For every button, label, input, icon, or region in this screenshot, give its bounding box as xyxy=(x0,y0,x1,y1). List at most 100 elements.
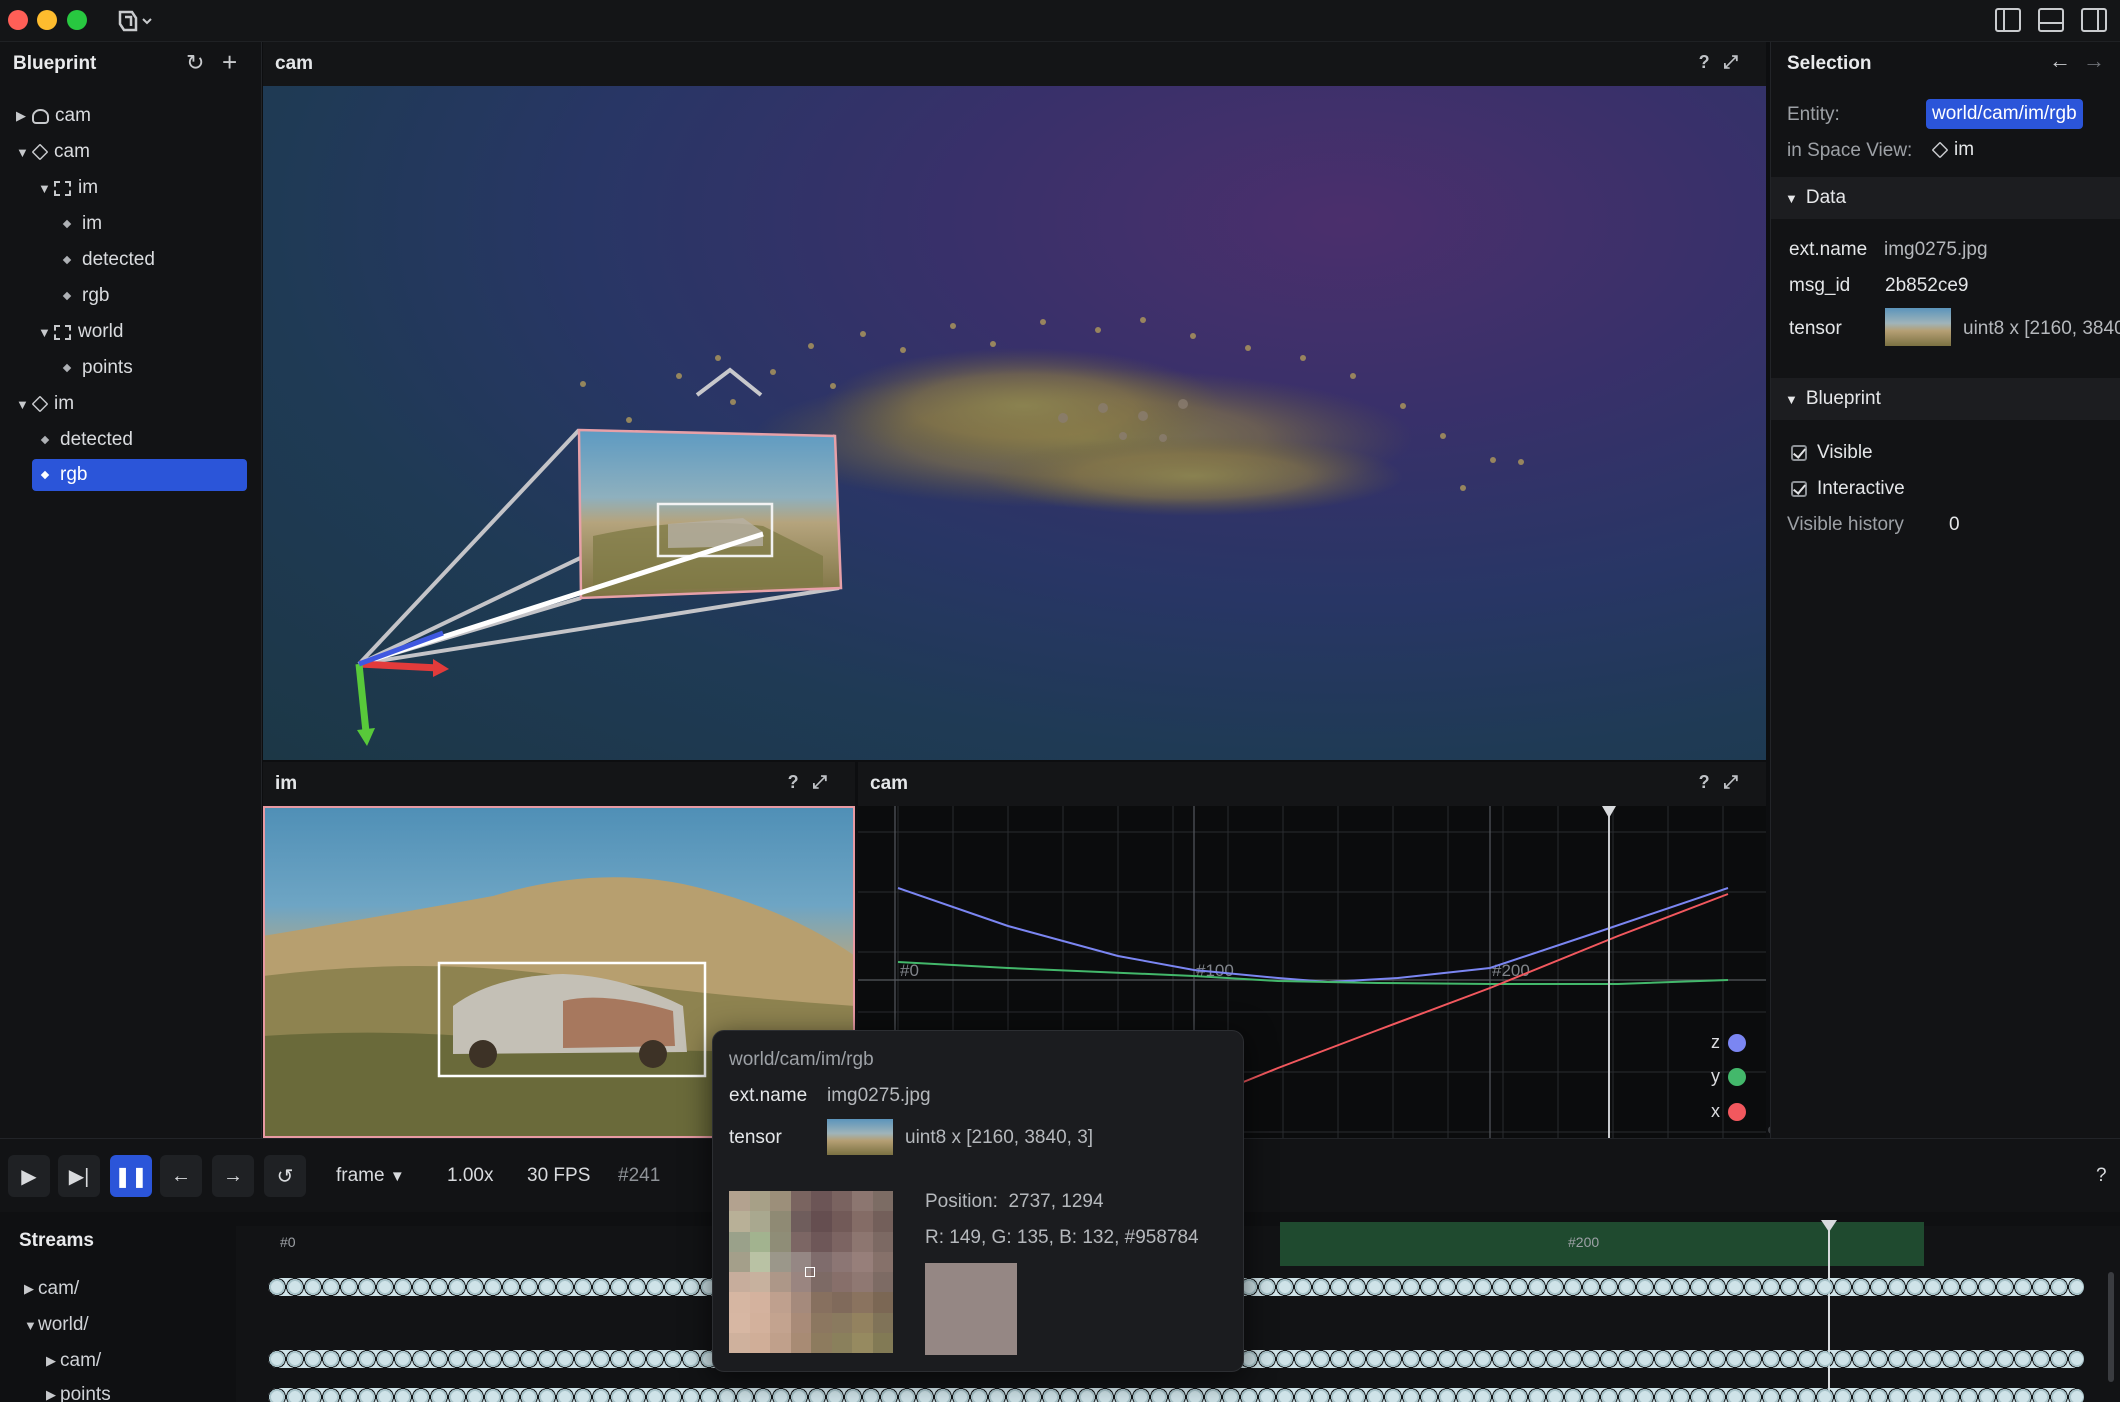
expanded-triangle-icon[interactable]: ▼ xyxy=(16,145,30,160)
minimize-window-button[interactable] xyxy=(37,10,57,30)
close-window-button[interactable] xyxy=(8,10,28,30)
loop-button[interactable]: ↺ xyxy=(264,1155,306,1197)
expanded-triangle-icon[interactable]: ▼ xyxy=(24,1318,38,1333)
tree-item-cam-camera[interactable]: ▶ cam xyxy=(16,100,91,132)
arrow-right-icon: → xyxy=(223,1164,243,1187)
vertical-scrollbar[interactable] xyxy=(2108,1272,2114,1382)
tree-item-points[interactable]: points xyxy=(60,352,133,384)
selection-title: Selection xyxy=(1787,53,1872,74)
collapsed-triangle-icon[interactable]: ▶ xyxy=(46,1387,60,1402)
entity-icon xyxy=(40,470,50,480)
tooltip-ext-name-key: ext.name xyxy=(729,1085,808,1106)
reset-blueprint-icon[interactable]: ↻ xyxy=(186,50,204,76)
3d-view-canvas[interactable] xyxy=(263,86,1766,760)
tooltip-position: Position: 2737, 1294 xyxy=(925,1191,1104,1212)
fps-control[interactable]: 30 FPS xyxy=(527,1165,590,1187)
space-view-link[interactable]: im xyxy=(1930,139,1974,161)
legend-color-dot xyxy=(1728,1033,1746,1052)
tree-item-im-entity[interactable]: im xyxy=(60,208,102,240)
3d-space-icon xyxy=(31,395,49,413)
tooltip-tensor-value: uint8 x [2160, 3840, 3] xyxy=(905,1127,1094,1148)
hover-tooltip: world/cam/im/rgb ext.name img0275.jpg te… xyxy=(712,1030,1244,1372)
help-icon[interactable]: ? xyxy=(1699,52,1724,72)
msg-id-value[interactable]: 2b852ce9 xyxy=(1885,275,1968,297)
toggle-bottom-panel-icon[interactable] xyxy=(2038,8,2064,32)
tree-item-cam-space[interactable]: ▼ cam xyxy=(16,136,90,168)
pixel-color-swatch xyxy=(925,1263,1017,1355)
expanded-triangle-icon[interactable]: ▼ xyxy=(16,397,30,412)
tree-item-rgb[interactable]: rgb xyxy=(60,280,109,312)
stream-row-world-cam[interactable]: ▶ cam/ xyxy=(46,1350,101,1372)
stream-row-world[interactable]: ▼ world/ xyxy=(24,1314,89,1336)
stream-row-cam[interactable]: ▶ cam/ xyxy=(24,1278,79,1300)
stream-row-points[interactable]: ▶ points xyxy=(46,1384,111,1402)
legend-y[interactable]: y xyxy=(1711,1066,1746,1087)
msg-id-key: msg_id xyxy=(1789,275,1851,296)
tensor-thumbnail[interactable] xyxy=(1885,308,1951,346)
tree-item-im-group[interactable]: ▼ im xyxy=(38,172,98,204)
loop-icon: ↺ xyxy=(276,1165,294,1188)
pause-button[interactable]: ❚❚ xyxy=(110,1155,152,1197)
maximize-view-icon[interactable]: ⤢ xyxy=(813,772,841,792)
entity-icon xyxy=(62,363,72,373)
timeline-tick-label: #200 xyxy=(1568,1234,1600,1250)
playback-speed[interactable]: 1.00x xyxy=(447,1165,493,1187)
step-back-button[interactable]: ← xyxy=(160,1155,202,1197)
view-title: im xyxy=(275,773,298,794)
tree-item-detected[interactable]: detected xyxy=(60,244,155,276)
timeline-selector[interactable]: frame ▼ xyxy=(336,1165,405,1187)
collapsed-triangle-icon[interactable]: ▶ xyxy=(46,1353,60,1369)
expanded-triangle-icon: ▼ xyxy=(1785,190,1798,206)
view-header-top[interactable]: cam ?⤢ xyxy=(263,42,1766,86)
collapsed-triangle-icon[interactable]: ▶ xyxy=(24,1281,38,1297)
rerun-logo-icon[interactable] xyxy=(116,8,152,32)
play-button[interactable]: ▶ xyxy=(8,1155,50,1197)
visible-checkbox[interactable]: Visible xyxy=(1791,442,1873,464)
series-line-y xyxy=(897,961,1729,985)
legend-color-dot xyxy=(1728,1102,1746,1121)
expanded-triangle-icon[interactable]: ▼ xyxy=(38,325,52,340)
current-frame-label: #241 xyxy=(618,1165,661,1186)
expanded-triangle-icon[interactable]: ▼ xyxy=(38,181,52,196)
maximize-view-icon[interactable]: ⤢ xyxy=(1724,772,1752,792)
help-icon[interactable]: ? xyxy=(2096,1165,2107,1187)
view-header-plot[interactable]: cam ?⤢ xyxy=(858,762,1766,806)
toggle-left-panel-icon[interactable] xyxy=(1995,8,2021,32)
timeline-cursor-handle[interactable] xyxy=(1821,1220,1837,1232)
help-icon[interactable]: ? xyxy=(788,772,813,792)
tree-item-im-space[interactable]: ▼ im xyxy=(16,388,74,420)
maximize-window-button[interactable] xyxy=(67,10,87,30)
camera-icon xyxy=(32,108,49,124)
event-track-points[interactable] xyxy=(268,1388,2084,1402)
add-space-view-icon[interactable]: + xyxy=(222,47,237,78)
3d-space-icon xyxy=(31,143,49,161)
help-icon[interactable]: ? xyxy=(1699,772,1724,792)
step-forward-button[interactable]: ▶| xyxy=(58,1155,100,1197)
blueprint-section-header[interactable]: ▼ Blueprint xyxy=(1771,378,2120,420)
legend-x[interactable]: x xyxy=(1711,1101,1746,1122)
view-header-image[interactable]: im ?⤢ xyxy=(263,762,855,806)
visible-history-value[interactable]: 0 xyxy=(1949,514,1960,536)
arrow-left-icon: ← xyxy=(171,1164,191,1187)
collapsed-triangle-icon[interactable]: ▶ xyxy=(16,108,30,124)
legend-z[interactable]: z xyxy=(1711,1032,1746,1053)
tree-item-detected-2[interactable]: detected xyxy=(38,424,133,456)
tooltip-tensor-key: tensor xyxy=(729,1127,782,1148)
tree-item-rgb-selected[interactable]: rgb xyxy=(32,459,247,491)
interactive-checkbox[interactable]: Interactive xyxy=(1791,478,1905,500)
data-section-header[interactable]: ▼ Data xyxy=(1771,177,2120,219)
step-next-button[interactable]: → xyxy=(212,1155,254,1197)
crosshair-icon xyxy=(805,1267,815,1277)
view-title: cam xyxy=(275,53,314,74)
blueprint-title: Blueprint xyxy=(13,53,97,74)
legend-color-dot xyxy=(1728,1067,1746,1086)
toggle-right-panel-icon[interactable] xyxy=(2081,8,2107,32)
entity-path-badge[interactable]: world/cam/im/rgb xyxy=(1926,99,2083,129)
tree-item-world-group[interactable]: ▼ world xyxy=(38,316,123,348)
tensor-key: tensor xyxy=(1789,318,1842,339)
maximize-view-icon[interactable]: ⤢ xyxy=(1724,52,1752,72)
forward-arrow-icon[interactable]: → xyxy=(2083,48,2105,74)
back-arrow-icon[interactable]: ← xyxy=(2049,48,2071,74)
view-title: cam xyxy=(870,773,909,794)
timeline-cursor[interactable] xyxy=(1828,1222,1830,1402)
